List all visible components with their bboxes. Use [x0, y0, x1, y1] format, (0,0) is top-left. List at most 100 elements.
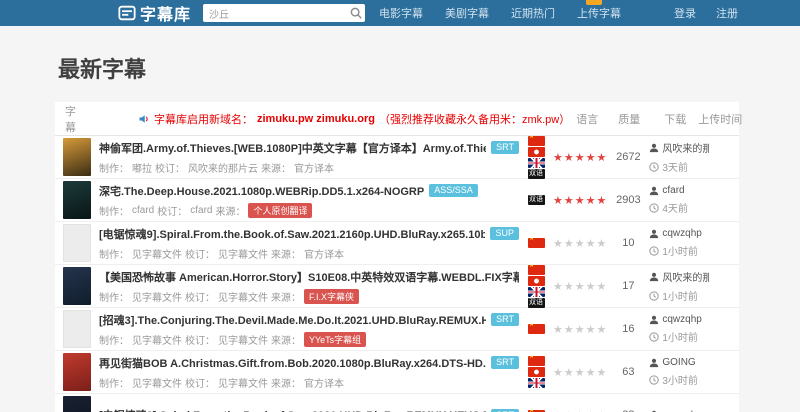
subtitle-row[interactable]: 再见街猫BOB A.Christmas.Gift.from.Bob.2020.1… — [55, 351, 739, 394]
subtitle-title-link[interactable]: [电锯惊魂9].Spiral.From.the.Book.of.Saw.2021… — [99, 226, 485, 242]
poster-thumbnail[interactable] — [63, 310, 91, 348]
star-icon: ★ — [553, 367, 564, 379]
meta-make-label: 制作： — [99, 203, 129, 218]
uploader-name: 风吹来的那片云 — [662, 269, 709, 284]
subtitle-title-link[interactable]: 深宅.The.Deep.House.2021.1080p.WEBRip.DD5.… — [99, 183, 424, 199]
star-icon: ★ — [586, 195, 597, 207]
page-title: 最新字幕 — [58, 52, 800, 84]
meta-source-label: 来源： — [261, 160, 291, 175]
subtitle-row[interactable]: 深宅.The.Deep.House.2021.1080p.WEBRip.DD5.… — [55, 179, 739, 222]
nav-link-2[interactable]: 近期热门 — [511, 5, 555, 21]
meta-revise-label: 校订： — [185, 246, 215, 261]
uploader-link[interactable]: cfard — [649, 185, 709, 196]
search-icon[interactable] — [349, 6, 363, 20]
header-language: 语言 — [570, 111, 604, 127]
poster-thumbnail[interactable] — [63, 138, 91, 176]
site-logo[interactable]: 字幕库 — [118, 1, 191, 25]
download-count: 2672 — [607, 151, 649, 163]
poster-thumbnail[interactable] — [63, 396, 91, 412]
format-badge: SRT — [491, 141, 519, 154]
star-icon: ★ — [597, 238, 608, 250]
subtitle-meta: 制作：见字幕文件 校订：见字幕文件 来源：F.I.X字幕侠 — [99, 289, 519, 304]
upload-time-value: 1小时前 — [662, 243, 698, 258]
subtitle-meta: 制作：见字幕文件 校订：见字幕文件 来源：官方译本 — [99, 375, 519, 390]
star-icon: ★ — [586, 281, 597, 293]
uploader-name: 风吹来的那片云 — [662, 140, 709, 155]
download-count: 2903 — [607, 194, 649, 206]
source-badge: 官方译本 — [294, 160, 334, 175]
flag-hk-icon — [528, 276, 545, 286]
domain-notice[interactable]: 字幕库启用新域名： zimuku.pw zimuku.org （强烈推荐收藏永久… — [138, 111, 570, 127]
uploader-name: cqwzqhp — [662, 228, 701, 239]
register-link[interactable]: 注册 — [716, 5, 738, 21]
search-input[interactable] — [203, 4, 365, 22]
uploader-link[interactable]: GOING — [649, 357, 709, 368]
poster-thumbnail[interactable] — [63, 181, 91, 219]
uploader-link[interactable]: cqwzqhp — [649, 228, 709, 239]
upload-time-value: 1小时前 — [662, 288, 698, 303]
star-icon: ★ — [597, 195, 608, 207]
clock-icon — [649, 162, 659, 172]
subtitle-row[interactable]: [电锯惊魂9].Spiral.From.the.Book.of.Saw.2021… — [55, 394, 739, 412]
flag-bi-icon: 双语 — [528, 195, 545, 205]
subtitle-title-link[interactable]: [电锯惊魂9].Spiral.From.the.Book.of.Saw.2021… — [99, 407, 486, 412]
star-icon: ★ — [553, 281, 564, 293]
flag-uk-icon — [528, 287, 545, 297]
flag-cn-icon — [528, 356, 545, 366]
uploader-link[interactable]: 风吹来的那片云 — [649, 269, 709, 284]
flag-cn-icon — [528, 324, 545, 334]
source-badge: 官方译本 — [304, 375, 344, 390]
subtitle-title-link[interactable]: [招魂3].The.Conjuring.The.Devil.Made.Me.Do… — [99, 312, 486, 328]
upload-time: 1小时前 — [649, 288, 709, 303]
nav-link-3[interactable]: 上传字幕 — [577, 5, 621, 21]
poster-thumbnail[interactable] — [63, 267, 91, 305]
format-badge: SRT — [491, 313, 519, 326]
subtitle-title-link[interactable]: 再见街猫BOB A.Christmas.Gift.from.Bob.2020.1… — [99, 355, 486, 371]
subtitle-row[interactable]: 【美国恐怖故事 American.Horror.Story】S10E08.中英特… — [55, 265, 739, 308]
logo-icon — [118, 4, 136, 22]
subtitle-title-link[interactable]: 【美国恐怖故事 American.Horror.Story】S10E08.中英特… — [99, 269, 519, 285]
format-badge: ASS/SSA — [429, 184, 478, 197]
subtitle-row[interactable]: 神偷军团.Army.of.Thieves.[WEB.1080P]中英文字幕【官方… — [55, 136, 739, 179]
clock-icon — [649, 375, 659, 385]
rating-stars: ★★★★★ — [553, 366, 607, 379]
flag-cn-icon — [528, 265, 545, 275]
clock-icon — [649, 203, 659, 213]
person-icon — [649, 186, 659, 196]
clock-icon — [649, 246, 659, 256]
nav-link-1[interactable]: 美剧字幕 — [445, 5, 489, 21]
top-navbar: 字幕库 电影字幕 美剧字幕 近期热门 上传字幕 登录 注册 — [0, 0, 800, 26]
meta-make-value: 嘟拉 — [132, 160, 152, 175]
subtitle-table: 字幕 字幕库启用新域名： zimuku.pw zimuku.org （强烈推荐收… — [55, 102, 739, 412]
uploader-link[interactable]: 风吹来的那片云 — [649, 140, 709, 155]
meta-source-label: 来源： — [215, 203, 245, 218]
subtitle-row[interactable]: [电锯惊魂9].Spiral.From.the.Book.of.Saw.2021… — [55, 222, 739, 265]
person-icon — [649, 272, 659, 282]
meta-revise-label: 校订： — [185, 289, 215, 304]
format-badge: SRT — [491, 356, 519, 369]
star-icon: ★ — [564, 195, 575, 207]
meta-make-label: 制作： — [99, 160, 129, 175]
person-icon — [649, 358, 659, 368]
flag-hk-icon — [528, 147, 545, 157]
subtitle-title-link[interactable]: 神偷军团.Army.of.Thieves.[WEB.1080P]中英文字幕【官方… — [99, 140, 486, 156]
upload-time: 1小时前 — [649, 243, 709, 258]
nav-link-0[interactable]: 电影字幕 — [379, 5, 423, 21]
uploader-name: GOING — [662, 357, 695, 368]
star-icon: ★ — [575, 367, 586, 379]
source-badge: F.I.X字幕侠 — [304, 289, 359, 304]
meta-make-label: 制作： — [99, 289, 129, 304]
uploader-link[interactable]: cqwzqhp — [649, 314, 709, 325]
notice-domains[interactable]: zimuku.pw zimuku.org — [257, 113, 375, 125]
header-uploaded: 上传时间 — [696, 111, 756, 127]
rating-stars: ★★★★★ — [553, 409, 607, 412]
poster-thumbnail[interactable] — [63, 353, 91, 391]
upload-time: 3小时前 — [649, 372, 709, 387]
login-link[interactable]: 登录 — [674, 5, 696, 21]
subtitle-row[interactable]: [招魂3].The.Conjuring.The.Devil.Made.Me.Do… — [55, 308, 739, 351]
meta-make-label: 制作： — [99, 375, 129, 390]
subtitle-list: 神偷军团.Army.of.Thieves.[WEB.1080P]中英文字幕【官方… — [55, 136, 739, 412]
star-icon: ★ — [553, 195, 564, 207]
poster-thumbnail[interactable] — [63, 224, 91, 262]
meta-source-label: 来源： — [271, 289, 301, 304]
